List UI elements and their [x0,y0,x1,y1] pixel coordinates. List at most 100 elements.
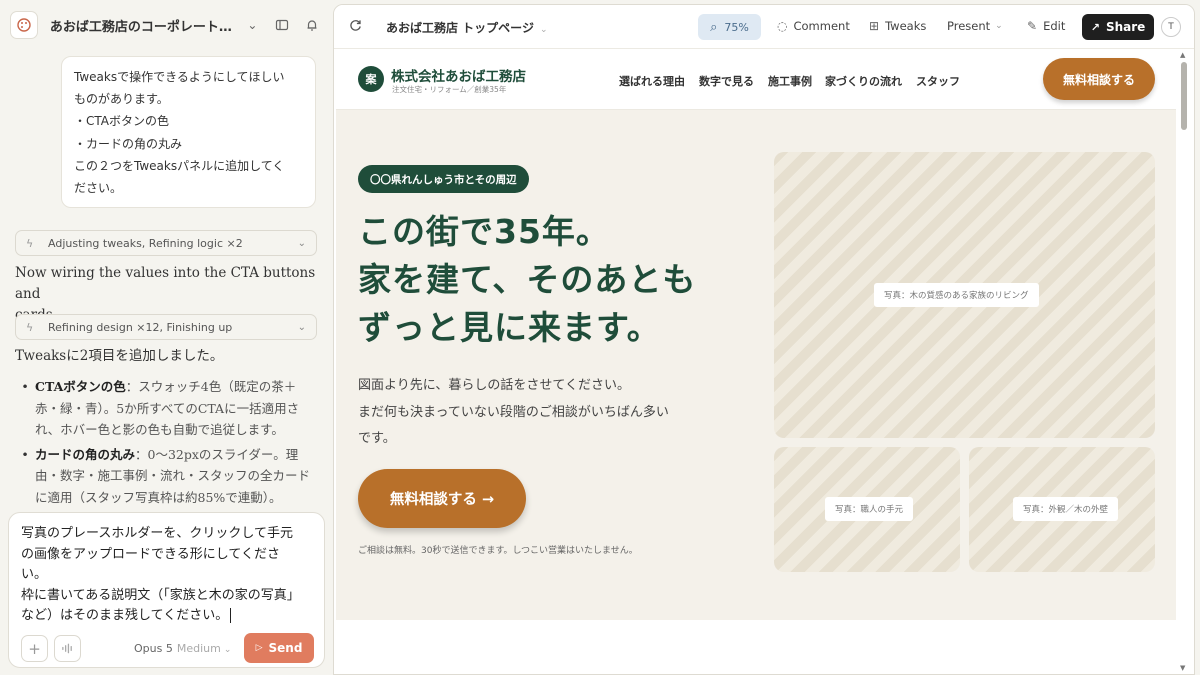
bullet-line: に適用（スタッフ写真枠は約85%で連動）。 [35,489,282,505]
status-pill-design[interactable]: ϟ Refining design ×12, Finishing up ⌄ [15,314,317,340]
photo-caption: 写真：職人の手元 [825,497,914,521]
nav-link-flow[interactable]: 家づくりの流れ [825,73,902,89]
chevron-down-icon[interactable]: ⌄ [241,14,263,36]
search-icon: ⌕ [710,19,718,35]
nav-link-staff[interactable]: スタッフ [916,73,960,89]
status-pill-tweaks[interactable]: ϟ Adjusting tweaks, Refining logic ×2 ⌄ [15,230,317,256]
message-line: この２つをTweaksパネルに追加してく [74,158,285,173]
message-line: Tweaksで操作できるようにしてほしい [74,70,285,84]
photo-placeholder-exterior[interactable]: 写真：外観／木の外壁 [969,447,1155,572]
zoom-level: 75% [724,20,749,34]
bolt-icon: ϟ [26,320,34,334]
site-preview: 案 株式会社あおば工務店 注文住宅・リフォーム／創業35年 選ばれる理由 数字で… [336,50,1176,674]
comment-button[interactable]: ◌ Comment [777,19,850,33]
share-button[interactable]: ↗ Share [1082,14,1154,40]
palette-icon[interactable] [10,11,38,39]
model-name: Opus 5 [134,642,173,655]
scroll-up-icon[interactable]: ▲ [1180,51,1185,59]
nav-cta-button[interactable]: 無料相談する [1043,58,1155,100]
company-tagline: 注文住宅・リフォーム／創業35年 [392,85,507,94]
bell-icon[interactable] [301,14,323,36]
hero-lead: 図面より先に、暮らしの話をさせてください。 まだ何も決まっていない段階のご相談が… [358,373,669,453]
assistant-summary: Tweaksに2項目を追加しました。 [15,348,224,364]
share-label: Share [1105,20,1146,34]
panel-toggle-icon[interactable] [271,14,293,36]
page-title: あおば工務店 トップページ [386,21,534,35]
user-message: Tweaksで操作できるようにしてほしい ものがあります。 ・CTAボタンの色 … [61,56,316,208]
hero-section: 〇〇県れんしゅう市とその周辺 この街で35年。 家を建て、そのあとも ずっと見に… [336,110,1176,620]
nav-link-works[interactable]: 施工事例 [768,73,812,89]
hero-cta-button[interactable]: 無料相談する → [358,469,526,528]
preview-toolbar: あおば工務店 トップページ ⌄ ⌕ 75% ◌ Comment ⊞ Tweaks Pre… [334,5,1194,49]
preview-panel: あおば工務店 トップページ ⌄ ⌕ 75% ◌ Comment ⊞ Tweaks Pre… [333,4,1195,675]
zoom-control[interactable]: ⌕ 75% [698,14,761,40]
message-line: ・カードの角の丸み [74,136,183,151]
chat-topbar: あおば工務店のコーポレート… ⌄ [0,0,333,50]
model-level: Medium [176,642,221,655]
chat-panel: あおば工務店のコーポレート… ⌄ Tweaksで操作できるようにしてほしい もの… [0,0,333,675]
chevron-down-icon: ⌄ [297,321,306,333]
hero-headline: この街で35年。 家を建て、そのあとも ずっと見に来ます。 [358,208,696,352]
tweaks-label: Tweaks [885,19,927,33]
bullet-line: 赤・緑・青）。5か所すべてのCTAに一括適用さ [35,400,300,416]
edit-label: Edit [1043,19,1066,33]
lead-line: まだ何も決まっていない段階のご相談がいちばん多い [358,404,669,420]
edit-button[interactable]: ✎ Edit [1027,19,1065,33]
project-title[interactable]: あおば工務店のコーポレート… [50,16,239,35]
lead-line: 図面より先に、暮らしの話をさせてください。 [358,378,630,393]
bullet-line: ：スウォッチ4色（既定の茶＋ [125,379,297,394]
bullet-line: れ、ホバー色と影の色も自動で追従します。 [35,422,284,437]
company-name[interactable]: 株式会社あおば工務店 [391,65,526,85]
photo-caption: 写真：木の質感のある家族のリビング [874,283,1039,307]
photo-placeholder-craftsman[interactable]: 写真：職人の手元 [774,447,960,572]
region-badge: 〇〇県れんしゅう市とその周辺 [358,165,529,193]
scroll-down-icon[interactable]: ▼ [1180,664,1185,672]
send-icon: ▷ [255,643,263,653]
present-button[interactable]: Present ⌄ [947,19,1003,33]
list-item: • CTAボタンの色：スウォッチ4色（既定の茶＋ 赤・緑・青）。5か所すべてのC… [15,376,320,441]
summary-list: • CTAボタンの色：スウォッチ4色（既定の茶＋ 赤・緑・青）。5か所すべてのC… [15,376,320,511]
bullet-line: 由・数字・施工事例・流れ・スタッフの全カード [35,468,311,483]
add-attachment-button[interactable]: + [21,635,48,662]
cta-note: ご相談は無料。30秒で送信できます。しつこい営業はいたしません。 [358,546,638,556]
send-button[interactable]: ▷ Send [244,633,314,663]
nav-link-numbers[interactable]: 数字で見る [699,73,754,89]
comment-icon: ◌ [777,19,788,33]
logo-icon[interactable]: 案 [358,66,384,92]
voice-input-button[interactable] [54,635,81,662]
scrollbar-thumb[interactable] [1181,62,1187,130]
headline-line: この街で35年。 [358,212,610,251]
model-selector[interactable]: Opus 5 Medium ⌄ [134,642,231,655]
reload-icon[interactable] [348,18,366,36]
bullet-title: カードの角の丸み [35,446,136,462]
message-composer[interactable]: 写真のプレースホルダーを、クリックして手元 の画像をアップロードできる形にしてく… [8,512,325,668]
nav-link-reasons[interactable]: 選ばれる理由 [619,73,685,89]
list-item: • カードの角の丸み：0〜32pxのスライダー。理 由・数字・施工事例・流れ・ス… [15,444,320,509]
chevron-down-icon: ⌄ [297,237,306,249]
composer-text: 写真のプレースホルダーを、クリックして手元 の画像をアップロードできる形にしてく… [21,526,300,623]
comment-label: Comment [793,19,850,33]
message-line: ださい。 [74,181,123,196]
avatar[interactable]: T [1161,17,1181,37]
site-header: 案 株式会社あおば工務店 注文住宅・リフォーム／創業35年 選ばれる理由 数字で… [336,50,1176,110]
text-caret [230,608,232,623]
share-icon: ↗ [1090,20,1100,34]
headline-line: 家を建て、そのあとも [358,260,697,299]
chevron-down-icon: ⌄ [539,25,548,35]
assistant-line: Now wiring the values into the CTA butto… [15,265,316,302]
bullet-title: CTAボタンの色 [35,379,126,394]
scrollbar[interactable]: ▲ ▼ [1177,50,1191,674]
photo-caption: 写真：外観／木の外壁 [1013,497,1119,521]
waveform-icon [62,643,72,654]
pencil-icon: ✎ [1027,19,1038,33]
bolt-icon: ϟ [26,236,34,250]
chevron-down-icon: ⌄ [995,21,1003,31]
composer-input[interactable]: 写真のプレースホルダーを、クリックして手元 の画像をアップロードできる形にしてく… [21,524,321,627]
tweaks-button[interactable]: ⊞ Tweaks [869,19,926,33]
lead-line: です。 [358,431,396,446]
headline-line: ずっと見に来ます。 [358,308,661,347]
status-label: Refining design ×12, Finishing up [48,320,233,334]
page-selector[interactable]: あおば工務店 トップページ ⌄ [386,19,548,36]
photo-placeholder-main[interactable]: 写真：木の質感のある家族のリビング [774,152,1155,438]
send-label: Send [268,641,303,655]
